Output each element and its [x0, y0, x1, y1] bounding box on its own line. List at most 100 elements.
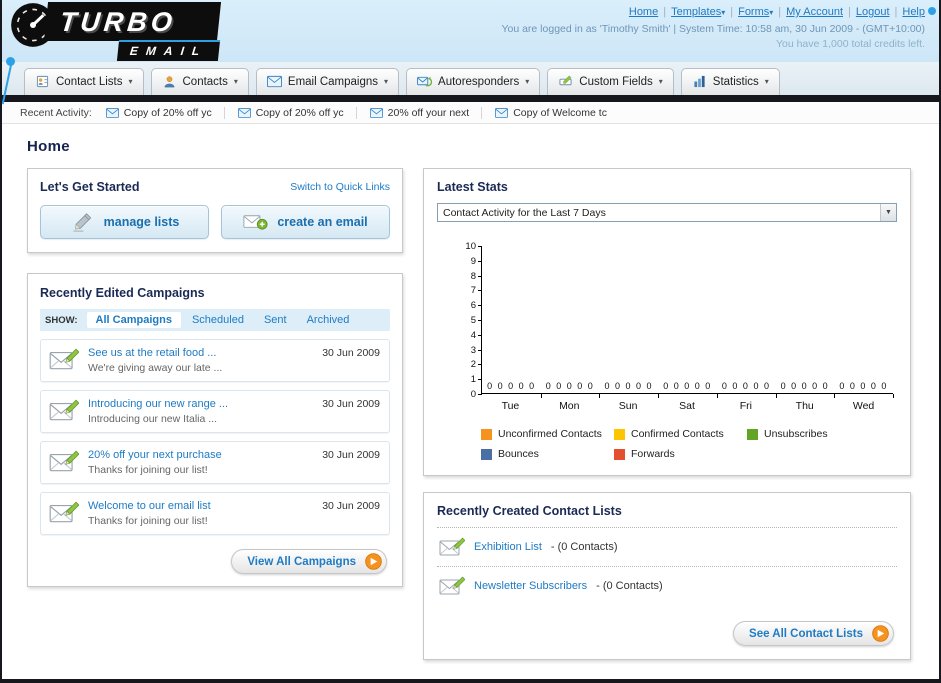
- tab-label: Contacts: [182, 75, 228, 88]
- tab-contact-lists[interactable]: Contact Lists ▾: [24, 68, 144, 95]
- nav-separator: |: [848, 6, 851, 18]
- nav-divider-bar: [2, 95, 939, 102]
- campaign-title-link[interactable]: Welcome to our email list: [88, 500, 211, 512]
- chart-x-label: Thu: [795, 400, 814, 412]
- logo-subtitle: EMAIL: [116, 40, 221, 61]
- campaign-item[interactable]: 20% off your next purchase Thanks for joi…: [40, 441, 390, 484]
- caret-down-icon: ▾: [764, 77, 769, 86]
- top-nav-forms[interactable]: Forms ▾: [738, 6, 773, 18]
- chart-y-tick-label: 8: [470, 270, 476, 282]
- campaign-text: Welcome to our email list Thanks for join…: [88, 500, 211, 527]
- recent-activity-item[interactable]: 20% off your next: [368, 106, 483, 119]
- envelope-pencil-icon: [49, 449, 79, 473]
- chart-y-tick: [478, 349, 482, 351]
- chart-y-tick-label: 6: [470, 300, 476, 312]
- chart-x-label: Fri: [739, 400, 752, 412]
- recent-activity-item-label: Copy of Welcome tc: [513, 106, 607, 119]
- contact-list-link[interactable]: Exhibition List: [474, 541, 542, 553]
- contact-list-item[interactable]: Newsletter Subscribers - (0 Contacts): [437, 567, 897, 605]
- legend-swatch: [747, 428, 758, 440]
- recent-activity-item[interactable]: Copy of Welcome tc: [493, 107, 619, 119]
- campaign-filters: All Campaigns Scheduled Sent Archived: [86, 312, 359, 328]
- chart-x-label: Wed: [852, 400, 875, 412]
- manage-lists-button[interactable]: manage lists: [40, 205, 209, 239]
- legend-item: Confirmed Contacts: [614, 428, 747, 440]
- campaign-title-link[interactable]: Introducing our new range ...: [88, 398, 228, 410]
- top-nav-my-account[interactable]: My Account: [786, 6, 843, 18]
- chart-value-labels: 0 0 0 0 0: [721, 381, 771, 391]
- recent-activity-item[interactable]: Copy of 20% off yc: [104, 106, 225, 119]
- view-all-campaigns-button[interactable]: View All Campaigns: [231, 549, 387, 574]
- campaign-text: See us at the retail food ... We're givin…: [88, 347, 222, 374]
- top-nav-help[interactable]: Help: [902, 6, 925, 18]
- recent-activity-label: Recent Activity:: [20, 106, 92, 119]
- autoresponders-icon: [417, 75, 433, 88]
- chart-y-tick: [478, 320, 482, 321]
- header: TURBO EMAIL Home | Templates ▾ | Forms ▾ | My …: [2, 0, 939, 105]
- campaign-subtitle: We're giving away our late ...: [88, 362, 223, 374]
- app-logo[interactable]: TURBO EMAIL: [10, 2, 222, 61]
- top-nav-logout[interactable]: Logout: [856, 6, 890, 18]
- recent-activity-bar: Recent Activity: Copy of 20% off yc Copy …: [2, 102, 939, 124]
- switch-quick-links-link[interactable]: Switch to Quick Links: [290, 181, 390, 193]
- campaign-item[interactable]: See us at the retail food ... We're givin…: [40, 339, 390, 382]
- chart-y-tick: [478, 246, 482, 247]
- top-nav-home[interactable]: Home: [629, 6, 658, 18]
- contact-list-link[interactable]: Newsletter Subscribers: [474, 580, 587, 592]
- tab-contacts[interactable]: Contacts ▾: [150, 68, 249, 95]
- tab-label: Contact Lists: [56, 75, 123, 88]
- email-campaigns-icon: [266, 75, 282, 88]
- chart-x-tick: [658, 394, 660, 398]
- chart-y-tick: [478, 290, 482, 292]
- envelope-icon: [105, 107, 119, 118]
- stats-period-value: Contact Activity for the Last 7 Days: [443, 206, 606, 219]
- campaign-title-link[interactable]: See us at the retail food ...: [88, 347, 222, 359]
- filter-sent[interactable]: Sent: [255, 312, 296, 328]
- campaign-date: 30 Jun 2009: [322, 449, 380, 461]
- campaign-item[interactable]: Introducing our new range ... Introducing…: [40, 390, 390, 433]
- campaign-date: 30 Jun 2009: [322, 500, 380, 512]
- chart-plot: 0 1 2 3 4 5 6 7 8 9 10 0 0 0 0 0 0 0 0 0 0 0 0 0 0 0 0…: [465, 241, 894, 400]
- tab-statistics[interactable]: Statistics ▾: [680, 68, 780, 95]
- campaign-text: Introducing our new range ... Introducing…: [88, 398, 228, 425]
- chart-x-label: Sun: [618, 400, 638, 412]
- contact-lists-icon: [35, 75, 50, 88]
- legend-swatch: [481, 448, 492, 460]
- filter-archived[interactable]: Archived: [298, 312, 359, 328]
- chart-y-tick-label: 7: [470, 285, 476, 297]
- chart-x-labels: Tue Mon Sun Sat Fri Thu Wed: [481, 394, 893, 412]
- contact-lists-title: Recently Created Contact Lists: [437, 504, 897, 528]
- chart-y-tick-label: 0: [470, 389, 476, 400]
- tab-autoresponders[interactable]: Autoresponders ▾: [406, 68, 541, 95]
- legend-item: Unconfirmed Contacts: [481, 428, 614, 440]
- chart-x-label: Sat: [679, 400, 695, 412]
- filter-all-campaigns[interactable]: All Campaigns: [86, 312, 181, 328]
- chart-x-tick: [599, 394, 601, 398]
- campaign-text: 20% off your next purchase Thanks for joi…: [88, 449, 222, 476]
- caret-down-icon: ▾: [525, 77, 530, 86]
- create-email-button[interactable]: create an email: [221, 205, 390, 239]
- chart-y-tick: [478, 364, 482, 366]
- filter-scheduled[interactable]: Scheduled: [183, 312, 253, 328]
- campaign-item[interactable]: Welcome to our email list Thanks for join…: [40, 492, 390, 535]
- chart-x-tick: [893, 394, 894, 398]
- top-nav-templates[interactable]: Templates ▾: [671, 6, 725, 18]
- campaign-title-link[interactable]: 20% off your next purchase: [88, 449, 222, 461]
- chart-value-labels: 0 0 0 0 0: [663, 381, 712, 391]
- tab-email-campaigns[interactable]: Email Campaigns ▾: [255, 68, 400, 95]
- tab-custom-fields[interactable]: Custom Fields ▾: [547, 68, 674, 95]
- stats-period-select[interactable]: Contact Activity for the Last 7 Days ▼: [437, 203, 897, 222]
- envelope-pencil-icon: [49, 398, 79, 422]
- contact-list-count: - (0 Contacts): [550, 541, 618, 553]
- contact-list-item[interactable]: Exhibition List - (0 Contacts): [437, 528, 897, 567]
- chart-x-label: Mon: [559, 400, 580, 412]
- recent-activity-item-label: 20% off your next: [387, 106, 470, 119]
- see-all-contact-lists-button[interactable]: See All Contact Lists: [733, 621, 894, 646]
- recent-activity-item[interactable]: Copy of 20% off yc: [236, 106, 357, 119]
- envelope-pencil-icon: [439, 576, 465, 596]
- arrow-circle-icon: [872, 625, 889, 642]
- recent-activity-item-label: Copy of 20% off yc: [123, 106, 212, 119]
- contact-list-count: - (0 Contacts): [596, 580, 663, 592]
- campaign-subtitle: Introducing our new Italia ...: [88, 413, 217, 425]
- caret-down-icon: ▾: [658, 77, 663, 86]
